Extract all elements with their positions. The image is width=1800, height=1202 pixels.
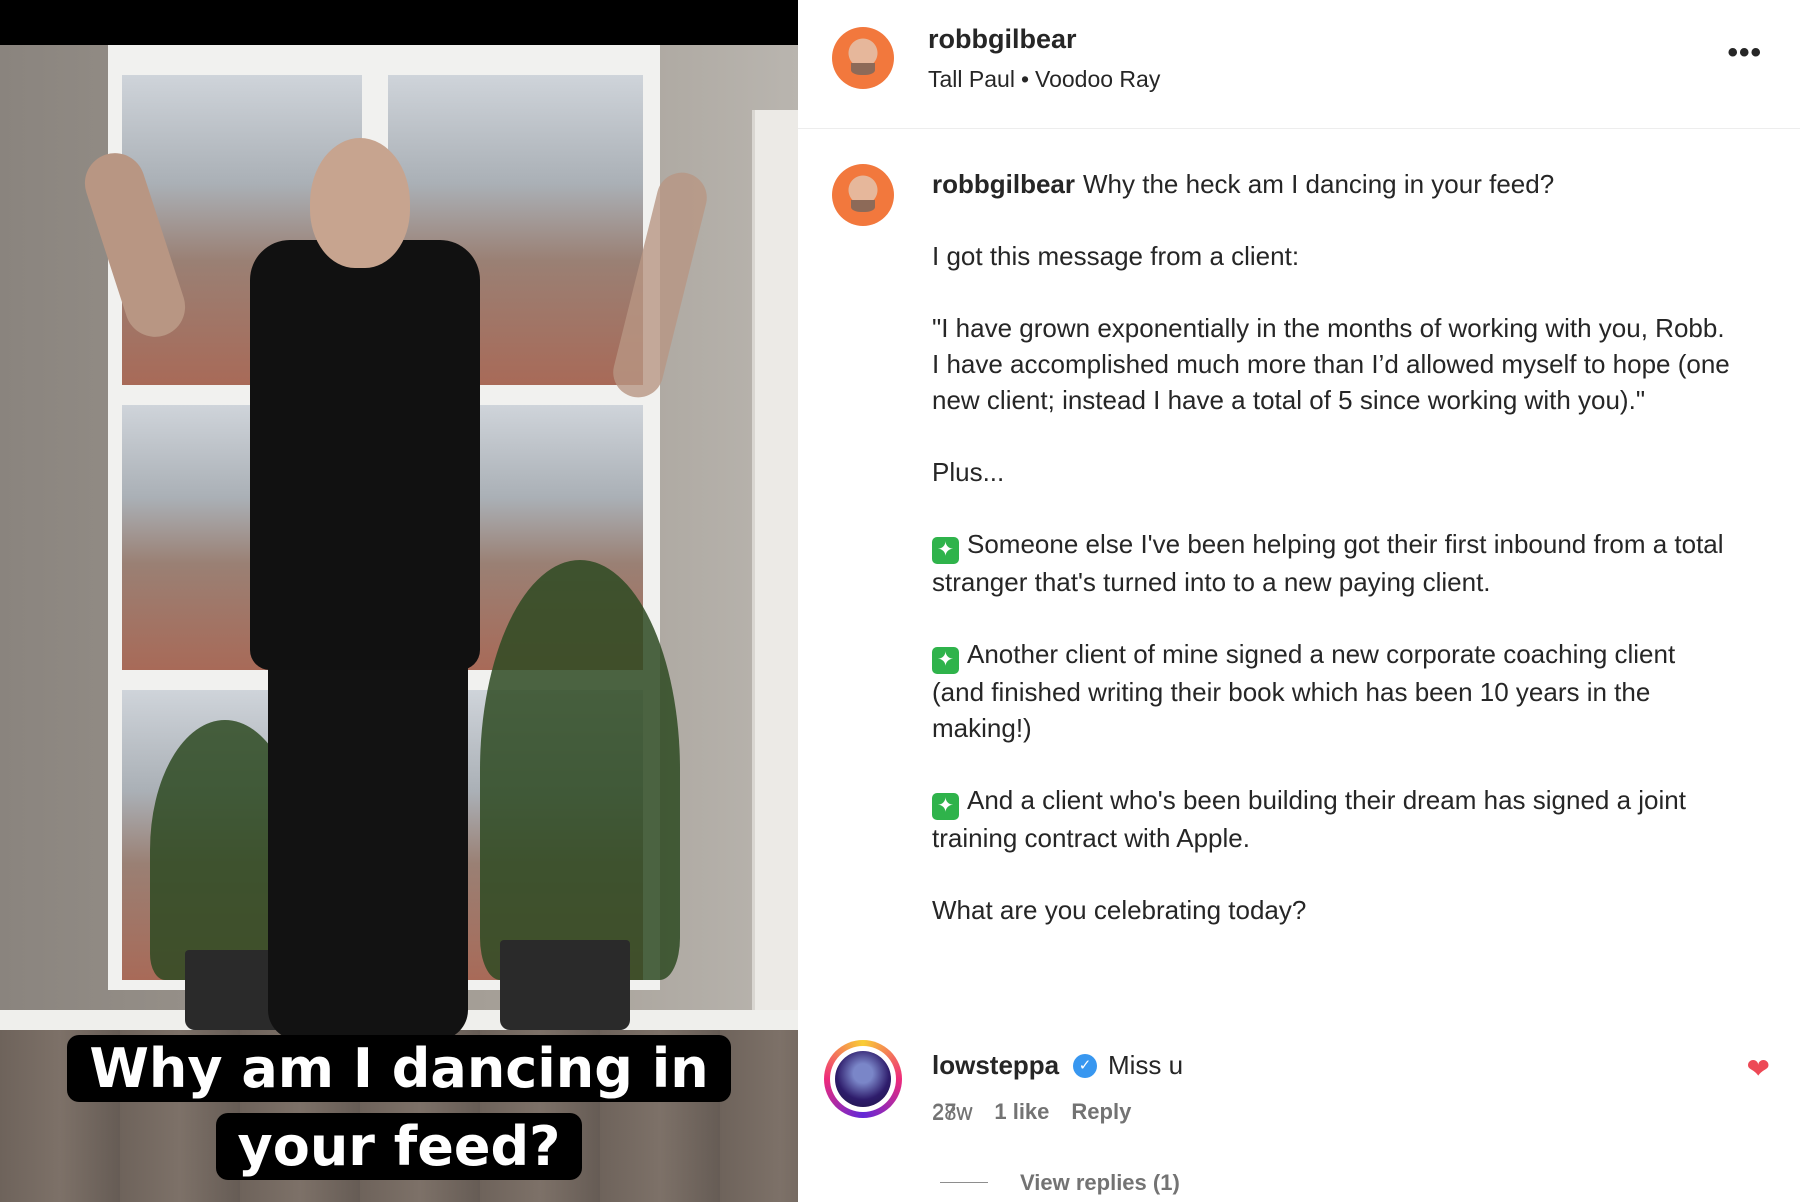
post-header: robbgilbear Tall Paul • Voodoo Ray ••• [798,0,1800,129]
video-pot [500,940,630,1030]
header-username[interactable]: robbgilbear [928,24,1077,55]
comment-timestamp[interactable]: 27w [932,1099,972,1124]
caption-text: robbgilbear Why the heck am I dancing in … [932,166,1732,964]
comment-text: Miss u [1108,1050,1184,1080]
sparkles-icon: ✦ [932,647,959,674]
sparkles-icon: ✦ [932,793,959,820]
comment-username[interactable]: lowsteppa [932,1050,1059,1081]
audio-track[interactable]: Voodoo Ray [1035,66,1160,92]
avatar[interactable] [832,27,894,89]
avatar[interactable] [832,164,894,226]
caption-paragraph: ✦ Another client of mine signed a new cor… [932,639,1676,743]
reply-button[interactable]: Reply [1071,1099,1131,1124]
audio-attribution[interactable]: Tall Paul • Voodoo Ray [928,66,1160,93]
comment-meta: 27w 1 like Reply [932,1099,1153,1125]
video-person-body [250,240,480,670]
video-cabinet [752,110,798,1030]
comment-likes[interactable]: 1 like [994,1099,1049,1124]
video-caption-line: Why am I dancing in [67,1035,731,1102]
heart-icon[interactable]: ❤ [1747,1052,1770,1085]
caption-username[interactable]: robbgilbear [932,169,1075,199]
video-caption-overlay: Why am I dancing in your feed? [0,1030,798,1186]
sparkles-icon: ✦ [932,537,959,564]
verified-badge-icon: ✓ [1073,1054,1097,1078]
caption-paragraph: robbgilbear Why the heck am I dancing in … [932,169,1555,199]
caption-paragraph: "I have grown exponentially in the month… [932,313,1730,415]
replies-divider [940,1182,988,1183]
more-options-icon[interactable]: ••• [1727,36,1762,70]
audio-artist[interactable]: Tall Paul [928,66,1015,92]
comment: lowsteppa ✓ Miss u 27w 1 like Reply ❤ View… [798,1032,1800,1202]
caption-paragraph: ✦ Someone else I've been helping got thei… [932,529,1724,597]
audio-separator: • [1020,66,1029,92]
video-caption-line: your feed? [215,1113,583,1180]
caption-paragraph: I got this message from a client: [932,241,1300,271]
video-person-head [310,138,410,268]
caption-paragraph: What are you celebrating today? [932,895,1307,925]
view-replies-button[interactable]: View replies (1) [1020,1170,1180,1196]
post-panel: robbgilbear Tall Paul • Voodoo Ray ••• rob… [798,0,1800,1202]
video-plant [480,560,680,980]
video-letterbox-bar [0,0,798,45]
post-video[interactable]: Why am I dancing in your feed? [0,0,798,1202]
video-person-legs [268,640,468,1040]
caption-paragraph: ✦ And a client who's been building their … [932,785,1686,853]
avatar[interactable] [835,1051,891,1107]
caption-paragraph: Plus... [932,457,1005,487]
